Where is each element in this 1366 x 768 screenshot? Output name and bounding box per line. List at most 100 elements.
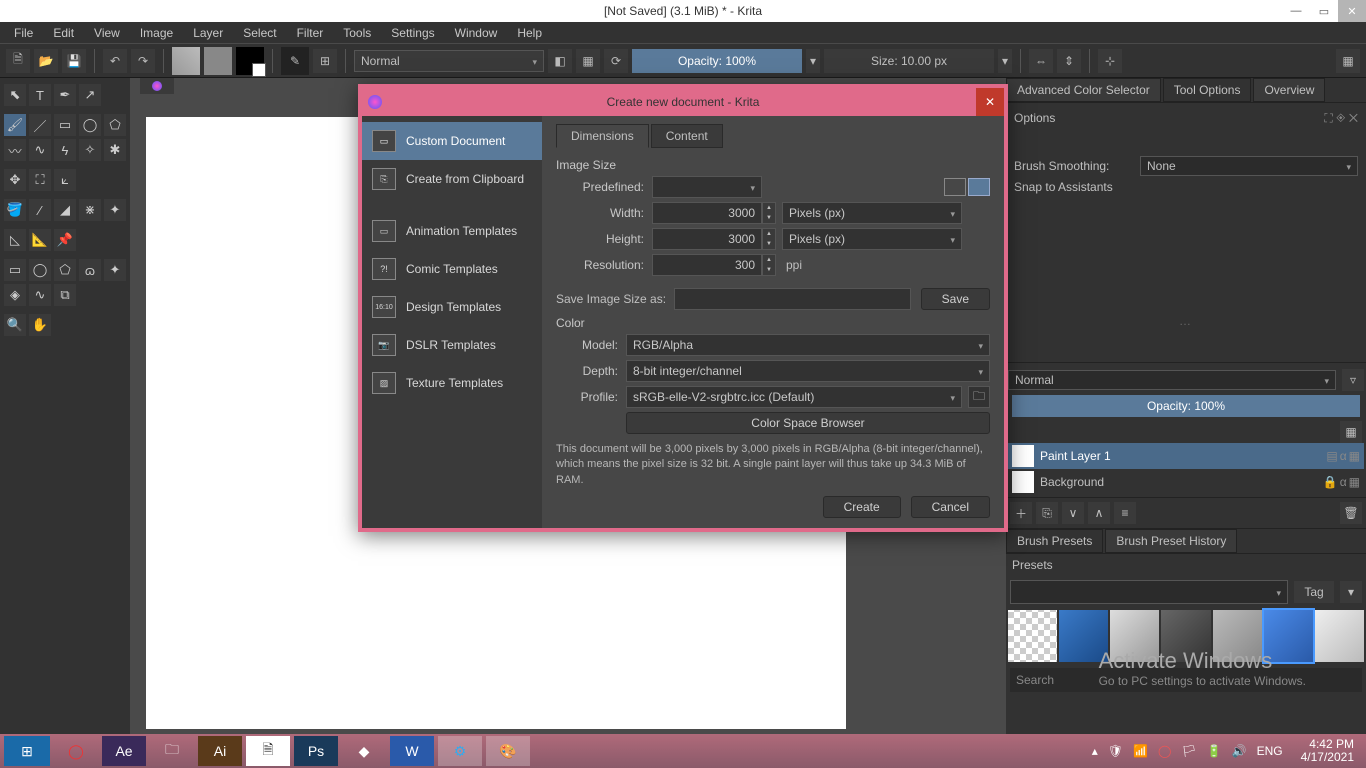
size-slider[interactable]: Size: 10.00 px: [824, 49, 994, 73]
alpha-icon[interactable]: α: [1340, 475, 1347, 489]
dialog-close-button[interactable]: ✕: [976, 88, 1004, 116]
freehand-path-tool[interactable]: ϟ: [54, 139, 76, 161]
task-explorer[interactable]: 🗀: [150, 736, 194, 766]
resolution-input[interactable]: 300: [652, 254, 762, 276]
tray-up-icon[interactable]: ▴: [1092, 744, 1098, 758]
add-layer-button[interactable]: ＋: [1010, 502, 1032, 524]
sidebar-clipboard[interactable]: ⎘Create from Clipboard: [362, 160, 542, 198]
calligraphy-tool[interactable]: ✒: [54, 84, 76, 106]
task-word[interactable]: W: [390, 736, 434, 766]
tab-tool-options[interactable]: Tool Options: [1163, 78, 1252, 102]
height-unit-combo[interactable]: Pixels (px): [782, 228, 962, 250]
crop-tool[interactable]: ⟀: [54, 169, 76, 191]
menu-file[interactable]: File: [4, 24, 43, 42]
pan-tool[interactable]: ✋: [29, 314, 51, 336]
contiguous-select-tool[interactable]: ✦: [104, 259, 126, 281]
multibrush-tool[interactable]: ✱: [104, 139, 126, 161]
tab-dimensions[interactable]: Dimensions: [556, 124, 649, 148]
task-app[interactable]: ⚙: [438, 736, 482, 766]
menu-view[interactable]: View: [84, 24, 130, 42]
tab-preset-history[interactable]: Brush Preset History: [1105, 529, 1237, 553]
tray-clock[interactable]: 4:42 PM 4/17/2021: [1293, 738, 1362, 764]
props-icon[interactable]: ▦: [1349, 475, 1360, 489]
transform-tool[interactable]: ⬉: [4, 84, 26, 106]
menu-tools[interactable]: Tools: [333, 24, 381, 42]
lock-icon[interactable]: ▦: [1349, 449, 1360, 463]
layer-opacity-slider[interactable]: Opacity: 100%: [1012, 395, 1360, 417]
preset-eraser[interactable]: [1008, 610, 1057, 662]
smart-fill-tool[interactable]: ✦: [104, 199, 126, 221]
ellipse-tool[interactable]: ◯: [79, 114, 101, 136]
task-opera[interactable]: ◯: [54, 736, 98, 766]
gradient-swatch[interactable]: [172, 47, 200, 75]
task-ae[interactable]: Ae: [102, 736, 146, 766]
pattern-tool[interactable]: ⋇: [79, 199, 101, 221]
line-tool[interactable]: ／: [29, 114, 51, 136]
task-krita[interactable]: 🎨: [486, 736, 530, 766]
menu-filter[interactable]: Filter: [287, 24, 334, 42]
tray-lang[interactable]: ENG: [1257, 744, 1283, 758]
blend-mode-combo[interactable]: Normal: [354, 50, 544, 72]
save-size-input[interactable]: [674, 288, 911, 310]
brush-tool[interactable]: 🖌: [4, 114, 26, 136]
magnetic-select-tool[interactable]: ⧉: [54, 284, 76, 306]
task-ps[interactable]: Ps: [294, 736, 338, 766]
polygon-select-tool[interactable]: ⬠: [54, 259, 76, 281]
eraser-toggle[interactable]: ◧: [548, 49, 572, 73]
fg-bg-color[interactable]: [236, 47, 264, 75]
layer-props-button[interactable]: ▦: [1340, 421, 1362, 443]
opacity-menu[interactable]: ▾: [806, 49, 820, 73]
tray-network-icon[interactable]: 📶: [1133, 744, 1148, 758]
rect-select-tool[interactable]: ▭: [4, 259, 26, 281]
polyline-tool[interactable]: 〰: [4, 139, 26, 161]
tray-shield-icon[interactable]: 🛡: [1108, 744, 1123, 758]
mirror-v-button[interactable]: ⇕: [1057, 49, 1081, 73]
undo-button[interactable]: ↶: [103, 49, 127, 73]
model-combo[interactable]: RGB/Alpha: [626, 334, 990, 356]
alpha-icon[interactable]: α: [1340, 449, 1347, 463]
move-down-button[interactable]: ∨: [1062, 502, 1084, 524]
visibility-icon[interactable]: ▤: [1326, 449, 1337, 463]
menu-layer[interactable]: Layer: [183, 24, 233, 42]
menu-image[interactable]: Image: [130, 24, 183, 42]
pattern-swatch[interactable]: [204, 47, 232, 75]
layer-item[interactable]: Paint Layer 1 ▤α▦: [1008, 443, 1364, 469]
task-ai[interactable]: Ai: [198, 736, 242, 766]
layer-filter-button[interactable]: ▿: [1342, 369, 1364, 391]
opacity-slider[interactable]: Opacity: 100%: [632, 49, 802, 73]
menu-window[interactable]: Window: [445, 24, 508, 42]
resolution-spinner[interactable]: ▲▼: [762, 254, 776, 276]
dynamic-brush-tool[interactable]: ✧: [79, 139, 101, 161]
sidebar-design[interactable]: 16:10Design Templates: [362, 288, 542, 326]
tab-brush-presets[interactable]: Brush Presets: [1006, 529, 1103, 553]
close-button[interactable]: ✕: [1338, 0, 1366, 22]
sidebar-custom-document[interactable]: ▭Custom Document: [362, 122, 542, 160]
tab-color-selector[interactable]: Advanced Color Selector: [1006, 78, 1161, 102]
orientation-portrait[interactable]: [968, 178, 990, 196]
tray-volume-icon[interactable]: 🔊: [1232, 744, 1247, 758]
sidebar-animation[interactable]: ▭Animation Templates: [362, 212, 542, 250]
reference-tool[interactable]: 📌: [54, 229, 76, 251]
smoothing-combo[interactable]: None: [1140, 156, 1358, 176]
depth-combo[interactable]: 8-bit integer/channel: [626, 360, 990, 382]
ellipse-select-tool[interactable]: ◯: [29, 259, 51, 281]
new-button[interactable]: 🗎: [6, 49, 30, 73]
save-size-button[interactable]: Save: [921, 288, 990, 310]
sidebar-texture[interactable]: ▨Texture Templates: [362, 364, 542, 402]
menu-help[interactable]: Help: [507, 24, 552, 42]
transform2-tool[interactable]: ⛶: [29, 169, 51, 191]
width-unit-combo[interactable]: Pixels (px): [782, 202, 962, 224]
freehand-select-tool[interactable]: ɷ: [79, 259, 101, 281]
task-notepad[interactable]: 🗎: [246, 736, 290, 766]
bezier-select-tool[interactable]: ∿: [29, 284, 51, 306]
orientation-landscape[interactable]: [944, 178, 966, 196]
width-spinner[interactable]: ▲▼: [762, 202, 776, 224]
predefined-combo[interactable]: [652, 176, 762, 198]
tag-button[interactable]: Tag: [1294, 581, 1334, 603]
cancel-button[interactable]: Cancel: [911, 496, 990, 518]
reload-preset-button[interactable]: ⟳: [604, 49, 628, 73]
tray-battery-icon[interactable]: 🔋: [1207, 744, 1222, 758]
polygon-tool[interactable]: ⬠: [104, 114, 126, 136]
layer-blend-combo[interactable]: Normal: [1008, 370, 1336, 390]
similar-select-tool[interactable]: ◈: [4, 284, 26, 306]
